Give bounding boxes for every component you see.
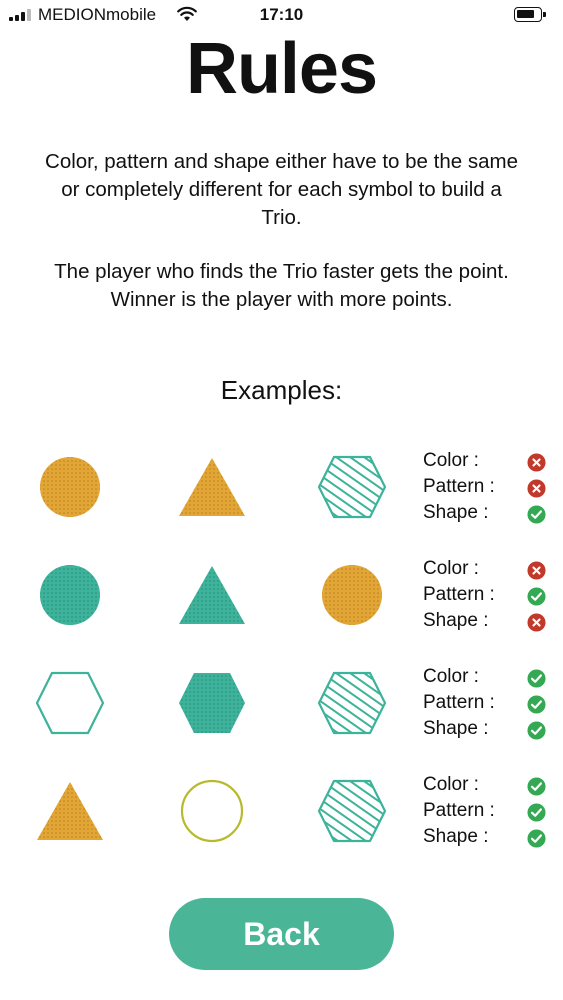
dotted-orange-circle-icon <box>40 457 100 517</box>
cross-icon <box>527 453 546 472</box>
outline-olive-circle-icon <box>180 779 244 843</box>
dotted-orange-triangle-icon <box>37 782 103 840</box>
striped-teal-hexagon-icon <box>317 671 387 735</box>
criterion-label: Shape : <box>423 610 489 631</box>
criterion-label: Pattern : <box>423 692 495 713</box>
criterion: Shape : <box>423 502 563 528</box>
criterion: Shape : <box>423 826 563 852</box>
criterion: Pattern : <box>423 692 563 718</box>
criterion: Color : <box>423 666 563 692</box>
dotted-orange-circle-icon <box>322 565 382 625</box>
criterion: Pattern : <box>423 800 563 826</box>
criterion-label: Shape : <box>423 502 489 523</box>
criterion-label: Pattern : <box>423 800 495 821</box>
striped-teal-hexagon-icon <box>317 455 387 519</box>
battery-icon <box>514 7 546 22</box>
criterion: Pattern : <box>423 476 563 502</box>
check-icon <box>527 777 546 796</box>
page-title: Rules <box>185 29 378 109</box>
criterion: Color : <box>423 450 563 476</box>
criterion: Color : <box>423 774 563 800</box>
criterion-label: Shape : <box>423 826 489 847</box>
check-icon <box>527 803 546 822</box>
example-row: Color : Pattern : Shape : <box>0 764 563 864</box>
dotted-orange-triangle-icon <box>179 458 245 516</box>
criterion-label: Pattern : <box>423 584 495 605</box>
criterion: Color : <box>423 558 563 584</box>
check-icon <box>527 695 546 714</box>
example-row: Color : Pattern : Shape : <box>0 656 563 756</box>
criterion-label: Pattern : <box>423 476 495 497</box>
cross-icon <box>527 613 546 632</box>
check-icon <box>527 505 546 524</box>
criterion-label: Color : <box>423 450 479 471</box>
outline-teal-hexagon-icon <box>35 671 105 735</box>
dotted-teal-circle-icon <box>40 565 100 625</box>
example-row: Color : Pattern : Shape : <box>0 440 563 540</box>
criterion-label: Shape : <box>423 718 489 739</box>
check-icon <box>527 721 546 740</box>
check-icon <box>527 587 546 606</box>
striped-teal-hexagon-icon <box>317 779 387 843</box>
rules-text-points: The player who finds the Trio faster get… <box>54 260 509 311</box>
criterion: Pattern : <box>423 584 563 610</box>
cross-icon <box>527 479 546 498</box>
dotted-teal-hexagon-icon <box>179 673 245 733</box>
cross-icon <box>527 561 546 580</box>
criterion-label: Color : <box>423 774 479 795</box>
check-icon <box>527 669 546 688</box>
criterion-label: Color : <box>423 666 479 687</box>
back-button[interactable]: Back <box>169 898 394 970</box>
dotted-teal-triangle-icon <box>179 566 245 624</box>
rules-text-trio: Color, pattern and shape either have to … <box>45 150 518 229</box>
criterion-label: Color : <box>423 558 479 579</box>
example-row: Color : Pattern : Shape : <box>0 548 563 648</box>
status-clock: 17:10 <box>259 5 304 24</box>
check-icon <box>527 829 546 848</box>
criterion: Shape : <box>423 610 563 636</box>
criterion: Shape : <box>423 718 563 744</box>
examples-heading: Examples: <box>220 375 343 405</box>
